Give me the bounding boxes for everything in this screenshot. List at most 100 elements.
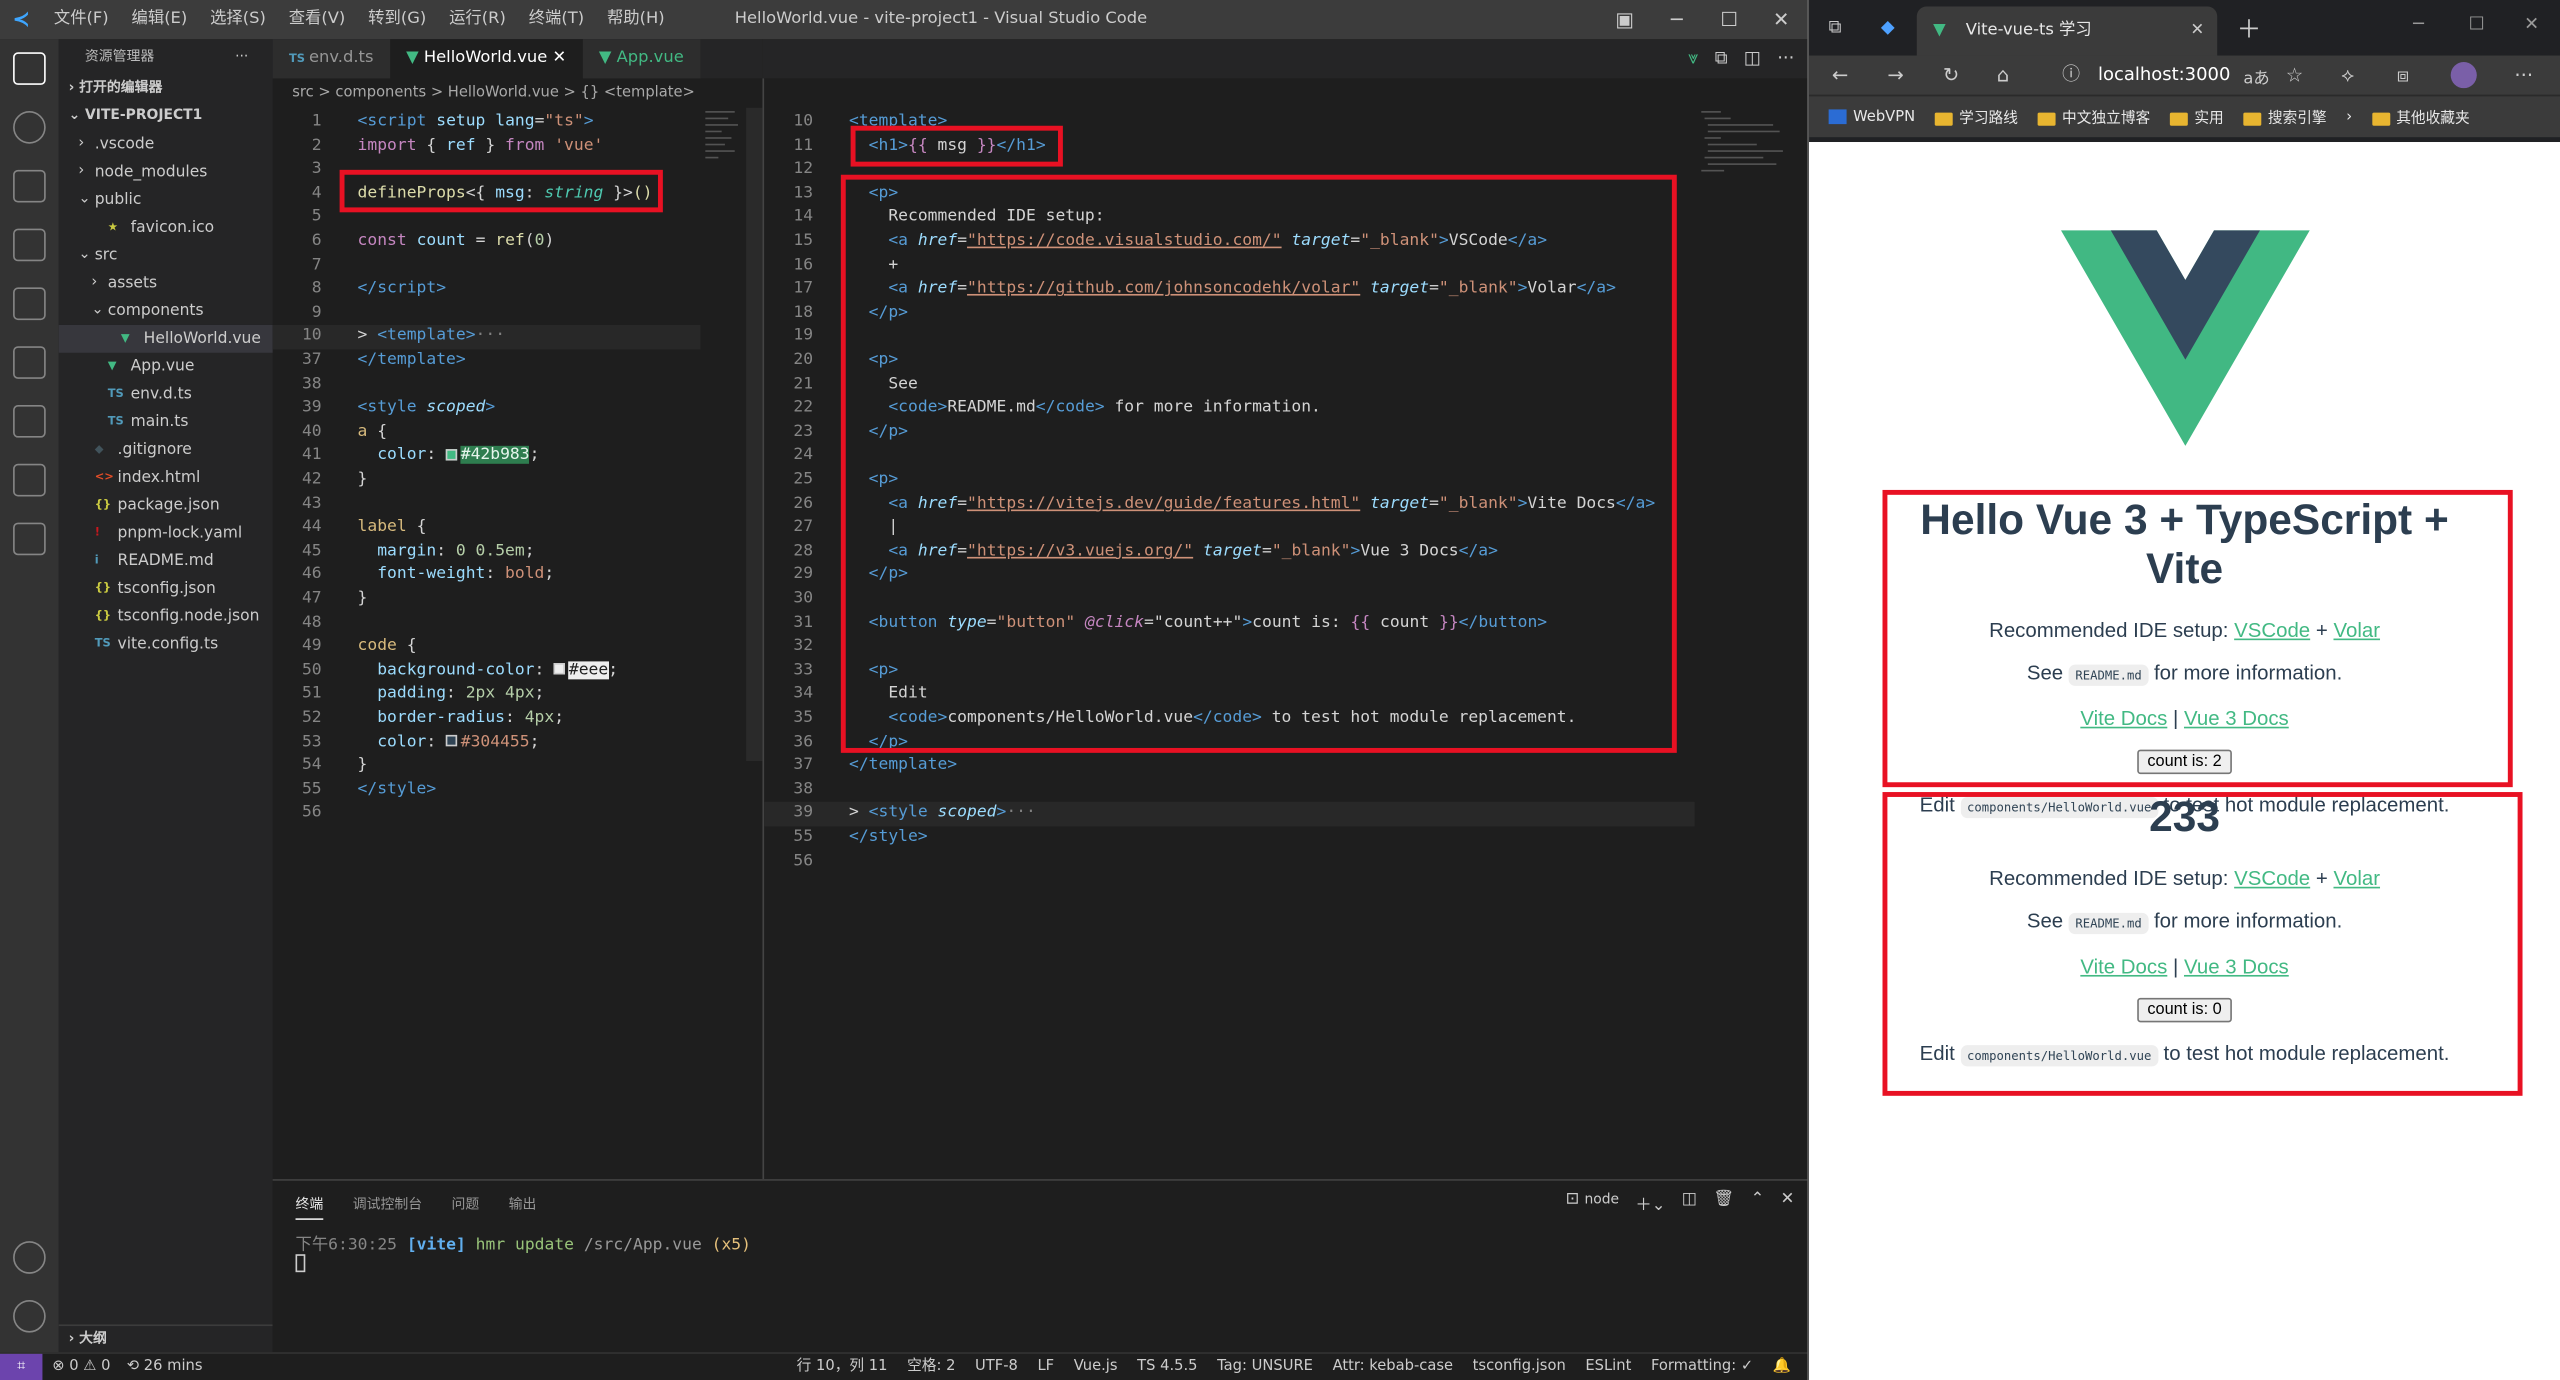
- bookmark-folder-other[interactable]: 其他收藏夹: [2371, 106, 2470, 127]
- minimize-button[interactable]: ─: [2413, 13, 2424, 34]
- remote-indicator-icon[interactable]: ⌗: [0, 1353, 43, 1380]
- bookmark-webvpn[interactable]: WebVPN: [1828, 108, 1915, 125]
- tree-item[interactable]: ⌄ public: [59, 186, 273, 214]
- home-button[interactable]: ⌂: [1997, 64, 2009, 87]
- session-time[interactable]: ⟲ 26 mins: [127, 1354, 203, 1380]
- notifications-icon[interactable]: 🔔: [1773, 1354, 1791, 1380]
- open-editors-section[interactable]: › 打开的编辑器: [59, 75, 273, 103]
- ts-version[interactable]: TS 4.5.5: [1137, 1354, 1197, 1380]
- extensions-icon[interactable]: [13, 346, 46, 379]
- menu-file[interactable]: 文件(F): [42, 0, 120, 39]
- close-panel-icon[interactable]: ✕: [1781, 1191, 1795, 1215]
- count-button[interactable]: count is: 0: [2137, 997, 2232, 1023]
- minimize-button[interactable]: ─: [1651, 0, 1703, 39]
- bookmark-folder-search[interactable]: 搜索引擎: [2243, 106, 2327, 127]
- cursor-position[interactable]: 行 10，列 11: [797, 1354, 888, 1380]
- bookmark-icon[interactable]: [13, 463, 46, 497]
- terminal-output[interactable]: 下午6:30:25 [vite] hmr update /src/App.vue…: [295, 1230, 751, 1277]
- close-window-button[interactable]: ✕: [1755, 0, 1807, 39]
- favorite-star-icon[interactable]: ☆: [2286, 64, 2304, 87]
- explorer-icon[interactable]: [13, 52, 46, 85]
- scrollbar-left[interactable]: [746, 107, 763, 762]
- site-info-icon[interactable]: ⓘ: [2062, 59, 2080, 92]
- source-control-icon[interactable]: [13, 169, 46, 203]
- tab-terminal[interactable]: 终端: [295, 1194, 324, 1220]
- tree-item[interactable]: › assets: [59, 269, 273, 297]
- tree-item[interactable]: ★ favicon.ico: [59, 214, 273, 242]
- tree-item[interactable]: TS main.ts: [59, 408, 273, 436]
- bookmark-folder-useful[interactable]: 实用: [2169, 106, 2224, 127]
- browser-menu-icon[interactable]: ···: [2514, 64, 2533, 87]
- workspace-icon[interactable]: ◆: [1881, 16, 1895, 37]
- layout-icon[interactable]: ▣: [1598, 0, 1650, 39]
- line-ending[interactable]: LF: [1037, 1354, 1054, 1380]
- minimap-right[interactable]: [1701, 108, 1783, 180]
- close-tab-icon[interactable]: ✕: [552, 49, 566, 67]
- menu-go[interactable]: 转到(G): [357, 0, 438, 39]
- menu-help[interactable]: 帮助(H): [596, 0, 677, 39]
- maximize-button[interactable]: ☐: [2469, 13, 2485, 34]
- more-actions-icon[interactable]: ···: [235, 39, 248, 75]
- trash-icon[interactable]: 🗑: [1714, 1191, 1735, 1215]
- maximize-panel-icon[interactable]: ⌃: [1751, 1191, 1765, 1215]
- new-tab-button[interactable]: ＋: [2237, 11, 2262, 45]
- language-mode[interactable]: Vue.js: [1074, 1354, 1118, 1380]
- vscode-link[interactable]: VSCode: [2234, 619, 2310, 642]
- close-window-button[interactable]: ✕: [2524, 13, 2539, 34]
- menu-selection[interactable]: 选择(S): [199, 0, 278, 39]
- tree-item[interactable]: ▼ HelloWorld.vue: [58, 324, 273, 353]
- read-aloud-icon[interactable]: aあ: [2243, 63, 2269, 87]
- tree-item[interactable]: {} tsconfig.node.json: [59, 603, 273, 631]
- account-icon[interactable]: [13, 1241, 46, 1274]
- formatting[interactable]: Formatting: ✓: [1651, 1354, 1753, 1380]
- attr-casing[interactable]: Attr: kebab-case: [1333, 1354, 1454, 1380]
- run-debug-icon[interactable]: [13, 228, 46, 262]
- eslint[interactable]: ESLint: [1585, 1354, 1631, 1380]
- vscode-link[interactable]: VSCode: [2234, 867, 2310, 890]
- tree-item[interactable]: {} tsconfig.json: [59, 575, 273, 603]
- tree-item[interactable]: ⌄ components: [59, 297, 273, 325]
- tree-item[interactable]: <> index.html: [59, 464, 273, 492]
- gear-icon[interactable]: [13, 1299, 46, 1333]
- back-button[interactable]: ←: [1832, 64, 1848, 87]
- git-graph-icon[interactable]: [13, 405, 46, 438]
- project-section[interactable]: ⌄ VITE-PROJECT1: [59, 103, 273, 131]
- volar-link[interactable]: Volar: [2333, 619, 2380, 642]
- encoding[interactable]: UTF-8: [975, 1354, 1018, 1380]
- minimap-left[interactable]: [705, 108, 747, 173]
- terminal-shell-select[interactable]: ⊡ node: [1566, 1191, 1620, 1215]
- menu-terminal[interactable]: 终端(T): [517, 0, 595, 39]
- collections-icon[interactable]: ⧈: [2397, 63, 2409, 87]
- new-terminal-icon[interactable]: ＋⌄: [1635, 1191, 1665, 1215]
- tag-casing[interactable]: Tag: UNSURE: [1217, 1354, 1313, 1380]
- tree-item[interactable]: ⌄ src: [59, 242, 273, 270]
- split-editor-icon[interactable]: ◫: [1744, 39, 1761, 78]
- remote-explorer-icon[interactable]: [13, 287, 46, 321]
- vite-docs-link[interactable]: Vite Docs: [2080, 707, 2167, 730]
- vue-docs-link[interactable]: Vue 3 Docs: [2184, 707, 2289, 730]
- vue-preview-icon[interactable]: ⩔: [1688, 39, 1698, 78]
- tab-actions-icon[interactable]: ⧉: [1829, 16, 1842, 39]
- tree-item[interactable]: i README.md: [59, 547, 273, 575]
- vite-docs-link[interactable]: Vite Docs: [2080, 955, 2167, 978]
- extensions-icon[interactable]: ⟡: [2341, 63, 2354, 87]
- tree-item[interactable]: TS env.d.ts: [59, 381, 273, 409]
- split-terminal-icon[interactable]: ◫: [1682, 1191, 1697, 1215]
- menu-run[interactable]: 运行(R): [438, 0, 518, 39]
- count-button[interactable]: count is: 2: [2137, 749, 2232, 775]
- tree-item[interactable]: › node_modules: [59, 158, 273, 186]
- code-editor-right[interactable]: 10 <template> 11 <h1>{{ msg }}</h1> 12 13 <p…: [764, 108, 1695, 1179]
- maximize-button[interactable]: ☐: [1703, 0, 1755, 39]
- profile-avatar[interactable]: [2450, 62, 2477, 89]
- tree-item[interactable]: › .vscode: [59, 131, 273, 159]
- tree-item[interactable]: ◆ .gitignore: [59, 436, 273, 464]
- tab-problems[interactable]: 问题: [451, 1194, 479, 1220]
- tab-env-d-ts[interactable]: TS env.d.ts: [272, 39, 390, 79]
- tab-helloworld-vue[interactable]: ▼ HelloWorld.vue ✕: [389, 39, 583, 79]
- menu-edit[interactable]: 编辑(E): [120, 0, 199, 39]
- bookmark-folder-blogs[interactable]: 中文独立博客: [2037, 106, 2150, 127]
- problems-count[interactable]: ⊗ 0 ⚠ 0: [52, 1354, 110, 1380]
- refresh-button[interactable]: ↻: [1943, 64, 1959, 87]
- forward-button[interactable]: →: [1887, 64, 1903, 87]
- tsconfig[interactable]: tsconfig.json: [1473, 1354, 1566, 1380]
